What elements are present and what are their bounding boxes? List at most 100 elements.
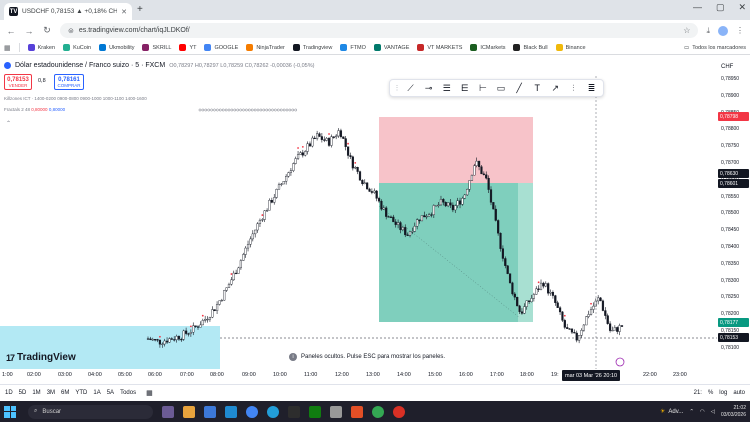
- apps-icon[interactable]: ▦: [4, 44, 11, 52]
- currency-label[interactable]: CHF: [721, 64, 733, 70]
- reload-icon[interactable]: ↻: [42, 25, 52, 36]
- tf-1d[interactable]: 1D: [5, 390, 13, 396]
- indicator-killzones[interactable]: Killzones ICT · 1400-0200 0900-0800 0900…: [4, 96, 147, 101]
- bookmark-star-icon[interactable]: ☆: [683, 26, 690, 35]
- taskbar-search[interactable]: ⌕ Buscar: [28, 404, 153, 419]
- terminal-icon[interactable]: [288, 405, 300, 418]
- buy-button[interactable]: 0,78161 COMPRAR: [54, 74, 84, 90]
- chrome-profile-icon[interactable]: [372, 405, 384, 418]
- back-icon[interactable]: ←: [6, 26, 16, 36]
- bookmark-black-bull[interactable]: Black Bull: [513, 44, 548, 51]
- symbol-name[interactable]: Dólar estadounidense / Franco suizo · 5 …: [15, 62, 165, 69]
- bookmark-ftmo[interactable]: FTMO: [340, 44, 366, 51]
- price-axis[interactable]: CHF 0,789500,789000,788500,788000,787500…: [717, 56, 750, 369]
- forward-icon[interactable]: →: [24, 26, 34, 36]
- edge-icon[interactable]: [225, 405, 237, 418]
- tf-5d[interactable]: 5D: [19, 390, 27, 396]
- file-explorer-icon[interactable]: [183, 405, 195, 418]
- arrow-tool-icon[interactable]: ↗: [548, 81, 563, 95]
- fib-retracement-icon[interactable]: ☰: [439, 81, 454, 95]
- indicator-fractals-value-2: 0,80000: [48, 107, 66, 112]
- browser-tab[interactable]: TV USDCHF 0,78153 ▲ +0,18% CHF/USD ✕: [4, 3, 132, 20]
- collapse-legend-icon[interactable]: ⌃: [6, 120, 11, 127]
- tf-todos[interactable]: Todos: [120, 390, 136, 396]
- fractal-dot: [294, 108, 298, 112]
- bookmark-ninjatrader[interactable]: NinjaTrader: [246, 44, 285, 51]
- new-tab-button[interactable]: +: [137, 4, 143, 15]
- bookmark-kucoin[interactable]: KuCoin: [63, 44, 91, 51]
- tf-6m[interactable]: 6M: [61, 390, 69, 396]
- url-text[interactable]: es.tradingview.com/chart/iqJLDKOf/: [79, 27, 678, 34]
- fractal-dot: [239, 108, 242, 112]
- candle-body: [547, 283, 550, 294]
- tradingview-logo[interactable]: 17 TradingView: [6, 352, 76, 363]
- clock-label[interactable]: 21:: [694, 390, 702, 396]
- drag-handle-icon[interactable]: ⋮: [394, 81, 401, 95]
- tf-5a[interactable]: 5A: [107, 390, 114, 396]
- bookmark-kraken[interactable]: Kraken: [27, 44, 55, 51]
- chrome-active-icon[interactable]: [393, 405, 405, 418]
- time-axis[interactable]: 1:00 02:00 03:00 04:00 05:00 06:00 07:00 08:00 0…: [0, 369, 717, 383]
- tab-close-icon[interactable]: ✕: [121, 8, 127, 16]
- horizontal-line-icon[interactable]: ⊢: [475, 81, 490, 95]
- bookmark-ukmobility[interactable]: Ukmobility: [99, 44, 134, 51]
- tf-3m[interactable]: 3M: [47, 390, 55, 396]
- system-clock[interactable]: 21:02 03/03/2026: [721, 405, 746, 419]
- bookmark-vt-markets[interactable]: VT MARKETS: [417, 44, 462, 51]
- close-window-button[interactable]: ✕: [738, 2, 746, 13]
- app-icon-8[interactable]: [309, 405, 321, 418]
- more-tools-icon[interactable]: ≣: [584, 81, 599, 95]
- candle-body: [523, 306, 526, 314]
- bookmark-yt[interactable]: YT: [179, 44, 196, 51]
- bookmark-google[interactable]: GOOGLE: [204, 44, 238, 51]
- candle-body: [215, 304, 219, 311]
- site-info-icon[interactable]: ⊜: [68, 27, 74, 35]
- bookmark-icmarkets[interactable]: ICMarkets: [470, 44, 505, 51]
- profile-avatar[interactable]: [718, 25, 728, 36]
- date-range-icon[interactable]: ▦: [146, 389, 153, 397]
- log-toggle[interactable]: log: [719, 390, 727, 396]
- url-field[interactable]: ⊜ es.tradingview.com/chart/iqJLDKOf/ ☆: [60, 23, 699, 38]
- candle-body: [356, 167, 359, 172]
- vertical-line-icon[interactable]: ⫶: [566, 81, 581, 95]
- volume-icon[interactable]: ◁: [711, 409, 715, 415]
- text-tool-icon[interactable]: T: [530, 81, 545, 95]
- minimize-button[interactable]: —: [693, 2, 702, 13]
- candle-body: [449, 202, 452, 206]
- bookmark-vantage[interactable]: VANTAGE: [373, 44, 409, 51]
- tf-1a[interactable]: 1A: [93, 390, 100, 396]
- bookmark-binance[interactable]: Binance: [555, 44, 586, 51]
- tf-1m[interactable]: 1M: [32, 390, 40, 396]
- maximize-button[interactable]: ▢: [716, 2, 725, 13]
- app-icon-10[interactable]: [351, 405, 363, 418]
- telegram-icon[interactable]: [267, 405, 279, 418]
- percent-toggle[interactable]: %: [708, 390, 713, 396]
- app-icon-3[interactable]: [204, 405, 216, 418]
- tray-chevron-icon[interactable]: ⌃: [689, 409, 694, 415]
- wifi-icon[interactable]: ◠: [700, 409, 705, 415]
- menu-icon[interactable]: ⋮: [736, 26, 744, 35]
- chart-canvas[interactable]: [0, 56, 717, 369]
- app-icon-1[interactable]: [162, 405, 174, 418]
- tf-ytd[interactable]: YTD: [75, 390, 87, 396]
- candle-body: [189, 332, 192, 334]
- download-icon[interactable]: ⤓: [706, 26, 710, 36]
- rectangle-icon[interactable]: ▭: [493, 81, 508, 95]
- all-bookmarks-folder[interactable]: ▭ Todos los marcadores: [684, 45, 746, 51]
- windows-start-icon[interactable]: [4, 405, 16, 418]
- bookmark-tradingview[interactable]: Tradingview: [292, 44, 332, 51]
- sell-button[interactable]: 0,78153 VENDER: [4, 74, 32, 90]
- horizontal-ray-icon[interactable]: ⊸: [421, 81, 436, 95]
- auto-toggle[interactable]: auto: [733, 390, 745, 396]
- tradingview-chart[interactable]: Dólar estadounidense / Franco suizo · 5 …: [0, 56, 750, 384]
- ray-icon[interactable]: ╱: [512, 81, 527, 95]
- trend-line-icon[interactable]: ⟋: [403, 81, 418, 95]
- candle-body: [570, 328, 574, 333]
- indicator-fractals[interactable]: Fractals 2 48 0,80000 0,80000: [4, 107, 65, 112]
- app-icon-9[interactable]: [330, 405, 342, 418]
- chrome-icon[interactable]: [246, 405, 258, 418]
- parallel-channel-icon[interactable]: ⋿: [457, 81, 472, 95]
- weather-widget[interactable]: ☀ Adv...: [660, 408, 683, 416]
- bookmark-label: KuCoin: [73, 44, 92, 51]
- bookmark-skrill[interactable]: SKRILL: [142, 44, 171, 51]
